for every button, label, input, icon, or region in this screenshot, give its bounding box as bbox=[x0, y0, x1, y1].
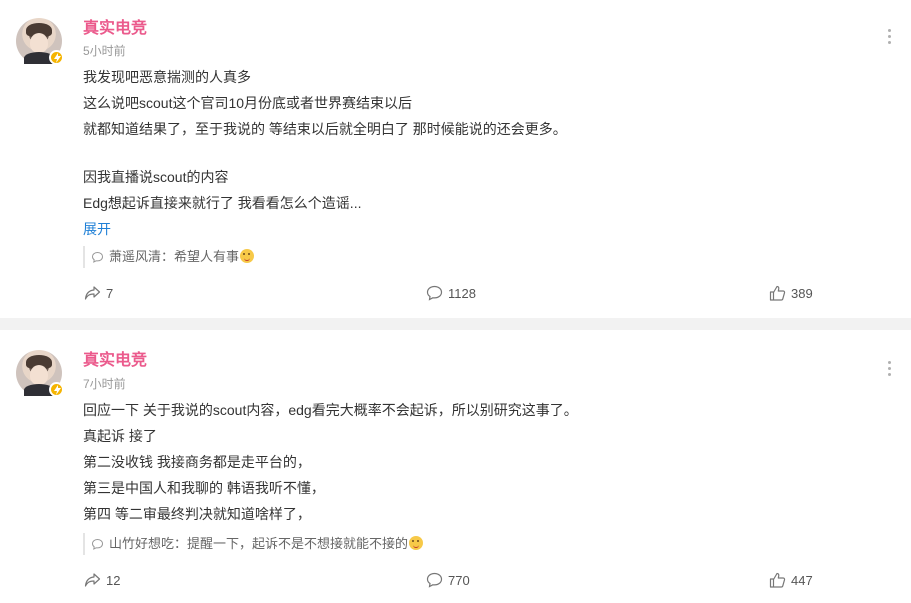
comment-author[interactable]: 萧遥风清 bbox=[109, 249, 161, 264]
post-author[interactable]: 真实电竞 bbox=[83, 14, 147, 38]
post-text-line: 这么说吧scout这个官司10月份底或者世界赛结束以后 bbox=[83, 95, 413, 111]
comment-separator: ： bbox=[174, 536, 188, 551]
comment-text: 提醒一下，起诉不是不想接就能不接的 bbox=[187, 536, 409, 551]
verified-badge-icon bbox=[49, 50, 64, 65]
more-dot bbox=[887, 41, 891, 44]
comment-bubble-icon bbox=[91, 536, 104, 558]
more-dot bbox=[887, 35, 891, 38]
comment-count: 1128 bbox=[448, 286, 476, 301]
comment-bubble-icon bbox=[426, 572, 443, 588]
comment-count: 770 bbox=[448, 573, 470, 588]
more-options-button[interactable] bbox=[882, 26, 896, 46]
comment-preview[interactable]: 萧遥风清：希望人有事 bbox=[83, 246, 255, 271]
more-options-button[interactable] bbox=[882, 358, 896, 378]
post-text-line: Edg想起诉直接来就行了 我看看怎么个造谣... bbox=[83, 195, 362, 211]
post-timestamp: 5小时前 bbox=[83, 44, 126, 58]
comment-text: 希望人有事 bbox=[174, 249, 240, 264]
post-actions: 7 1128 389 bbox=[0, 284, 911, 304]
post-text-line: 真起诉 接了 bbox=[83, 428, 157, 444]
post-text-line: 回应一下 关于我说的scout内容，edg看完大概率不会起诉，所以别研究这事了。 bbox=[83, 402, 578, 418]
comment-bubble-icon bbox=[426, 285, 443, 301]
post-text-blank-line bbox=[83, 142, 567, 164]
more-vertical-icon bbox=[887, 29, 891, 32]
post-actions: 12 770 447 bbox=[0, 571, 911, 591]
post-text-line: 第四 等二审最终判决就知道啥样了， bbox=[83, 506, 311, 522]
thumbs-up-icon bbox=[769, 572, 786, 588]
post-card: 真实电竞 5小时前 我发现吧恶意揣测的人真多 这么说吧scout这个官司10月份… bbox=[0, 0, 911, 318]
thumbs-up-icon bbox=[769, 285, 786, 301]
post-timestamp: 7小时前 bbox=[83, 377, 126, 391]
more-vertical-icon bbox=[887, 361, 891, 364]
share-count: 12 bbox=[106, 573, 121, 588]
post-author[interactable]: 真实电竞 bbox=[83, 346, 147, 370]
avatar[interactable] bbox=[16, 18, 64, 65]
like-count: 447 bbox=[791, 573, 813, 588]
avatar-face bbox=[30, 365, 48, 385]
post-text-line: 我发现吧恶意揣测的人真多 bbox=[83, 69, 251, 85]
share-count: 7 bbox=[106, 286, 114, 301]
post-content: 回应一下 关于我说的scout内容，edg看完大概率不会起诉，所以别研究这事了。… bbox=[83, 397, 578, 527]
expand-link[interactable]: 展开 bbox=[83, 221, 111, 237]
like-count: 389 bbox=[791, 286, 813, 301]
post-text-line: 第三是中国人和我聊的 韩语我听不懂， bbox=[83, 480, 325, 496]
more-dot bbox=[887, 367, 891, 370]
comment-separator: ： bbox=[161, 249, 175, 264]
post-card: 真实电竞 7小时前 回应一下 关于我说的scout内容，edg看完大概率不会起诉… bbox=[0, 330, 911, 603]
comment-author[interactable]: 山竹好想吃 bbox=[109, 536, 174, 551]
post-content: 我发现吧恶意揣测的人真多 这么说吧scout这个官司10月份底或者世界赛结束以后… bbox=[83, 64, 567, 242]
more-dot bbox=[887, 373, 891, 376]
share-arrow-icon bbox=[84, 573, 101, 587]
avatar[interactable] bbox=[16, 350, 64, 397]
verified-badge-icon bbox=[49, 382, 64, 397]
post-text-line: 就都知道结果了，至于我说的 等结束以后就全明白了 那时候能说的还会更多。 bbox=[83, 121, 567, 137]
post-separator bbox=[0, 318, 911, 330]
post-text-line: 因我直播说scout的内容 bbox=[83, 169, 229, 185]
post-text-line: 第二没收钱 我接商务都是走平台的， bbox=[83, 454, 311, 470]
comment-bubble-icon bbox=[91, 249, 104, 271]
emoji-icon bbox=[409, 536, 424, 550]
avatar-face bbox=[30, 33, 48, 53]
comment-preview[interactable]: 山竹好想吃：提醒一下，起诉不是不想接就能不接的 bbox=[83, 533, 424, 558]
share-arrow-icon bbox=[84, 286, 101, 300]
emoji-icon bbox=[240, 249, 255, 263]
